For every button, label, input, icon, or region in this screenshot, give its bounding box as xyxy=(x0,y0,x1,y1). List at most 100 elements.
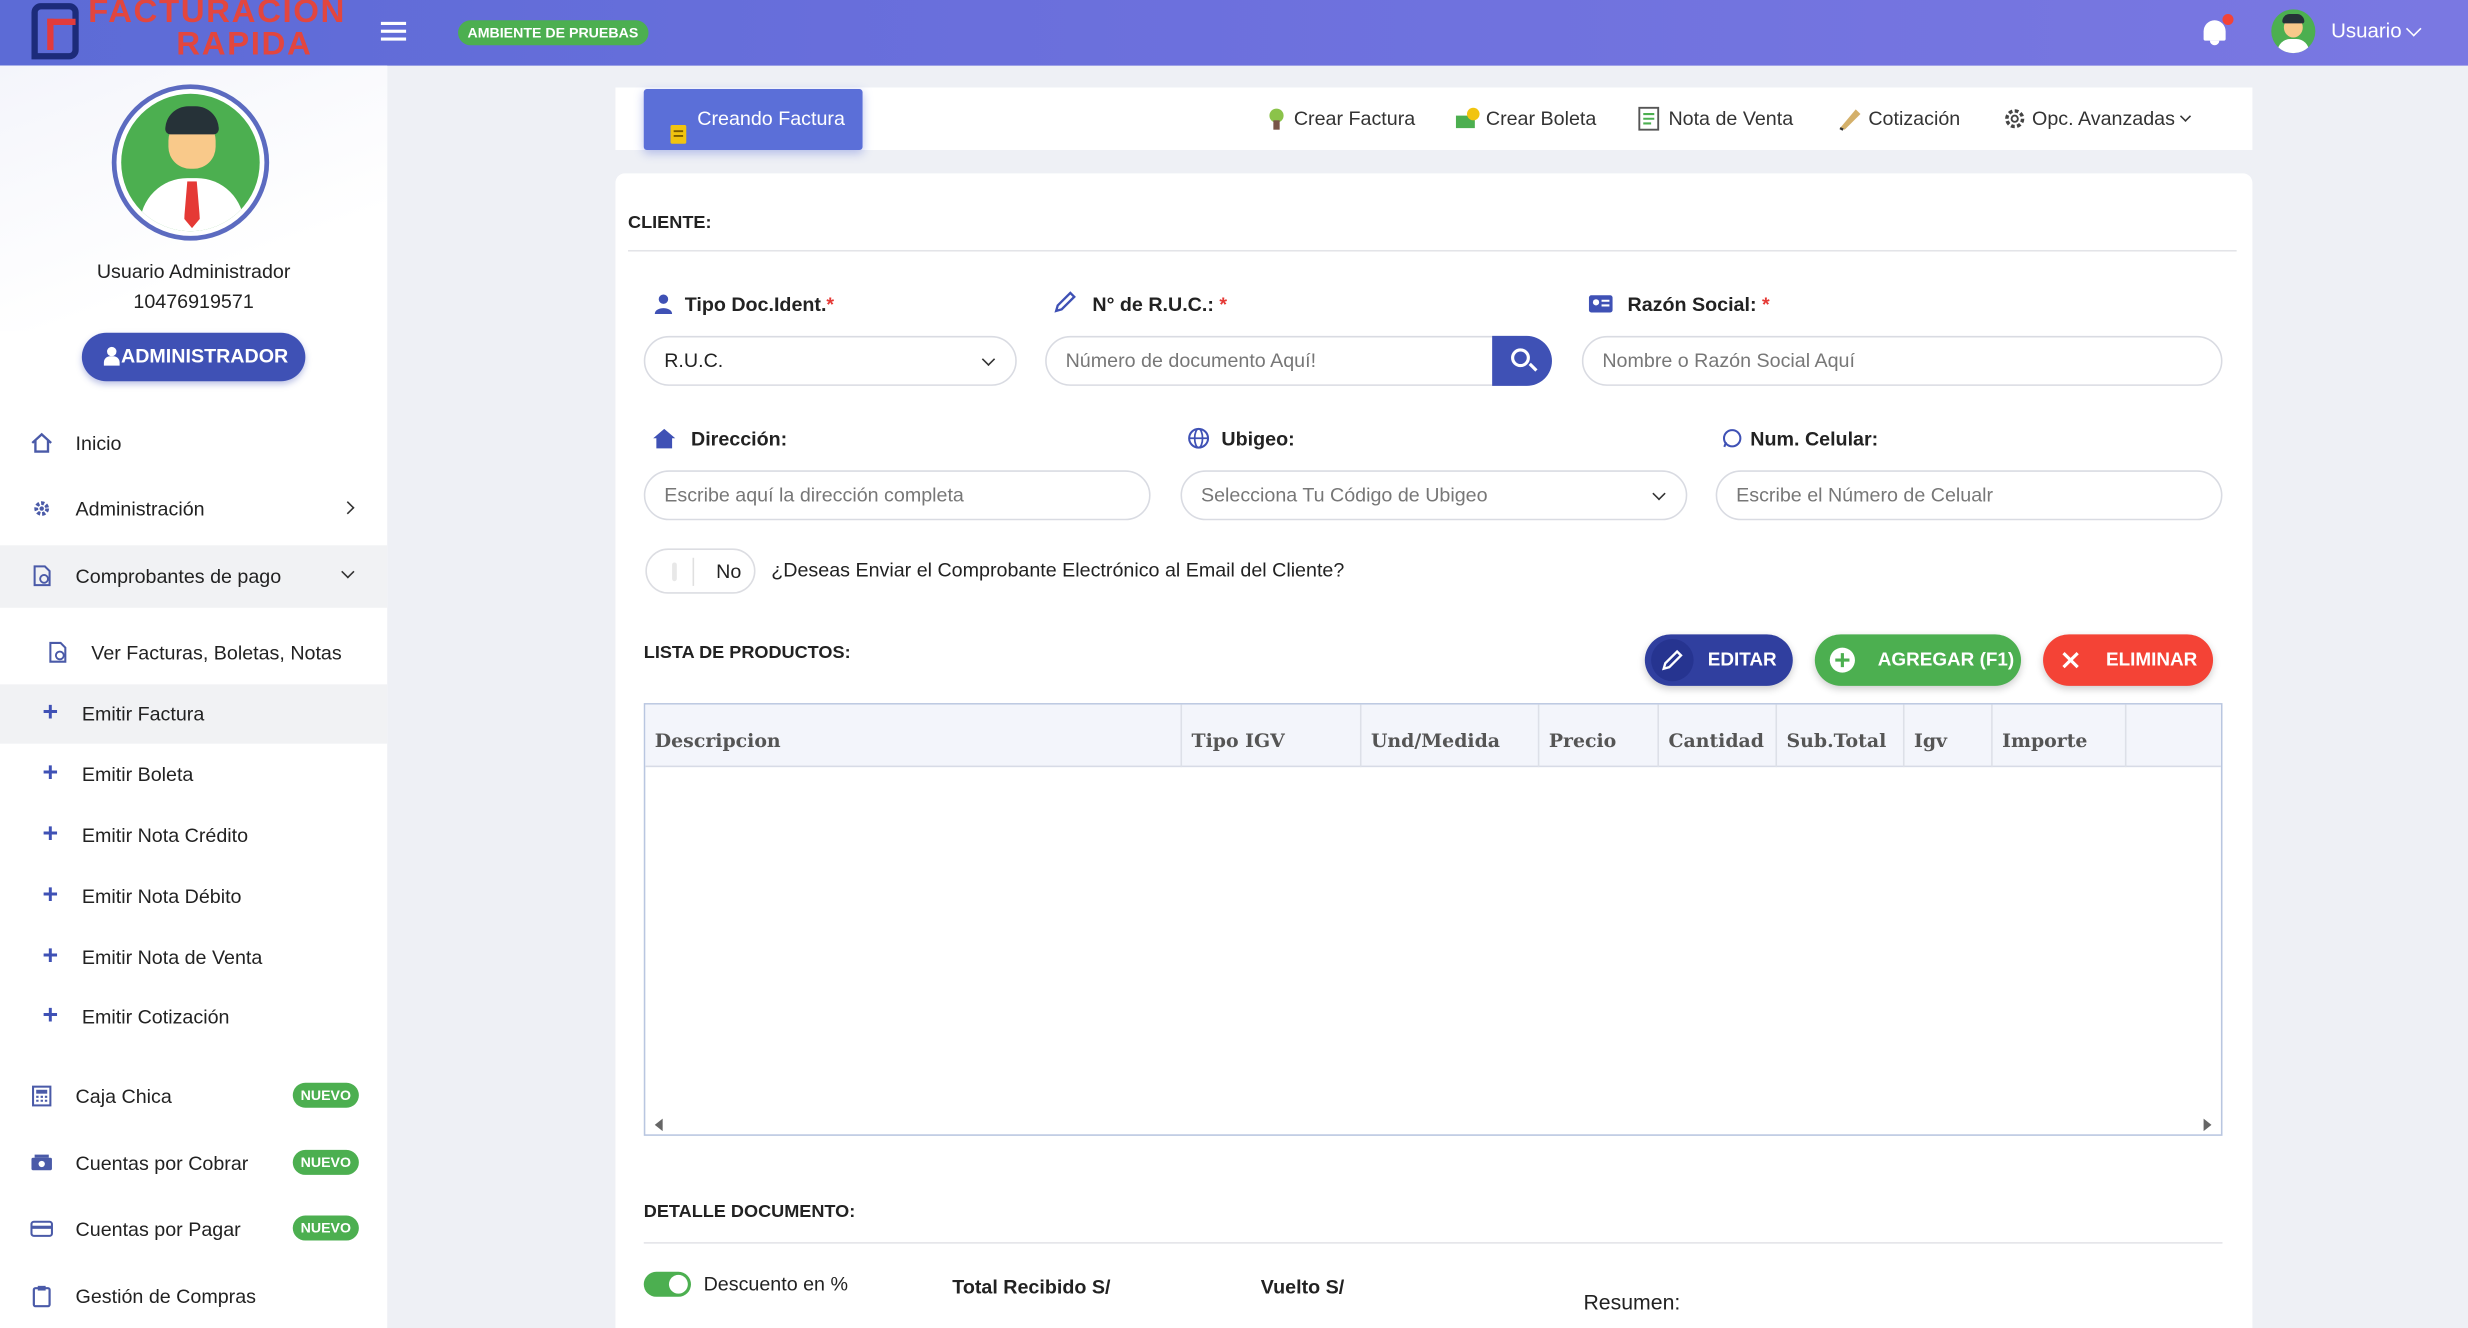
scroll-left-arrow[interactable] xyxy=(654,1118,663,1132)
business-name-input[interactable]: Nombre o Razón Social Aquí xyxy=(1581,335,2223,386)
pencil-icon xyxy=(1053,291,1077,314)
gear-icon xyxy=(2002,106,2026,131)
summary-label: Resumen: xyxy=(1583,1290,1681,1314)
chevron-down-icon[interactable] xyxy=(2405,21,2422,37)
id-card-icon xyxy=(1588,294,1613,317)
sidebar-subitem-emitir-cotizacion[interactable]: + Emitir Cotización xyxy=(0,987,387,1046)
new-badge: NUEVO xyxy=(292,1215,359,1241)
notifications-bell-icon[interactable] xyxy=(2200,14,2234,48)
user-icon xyxy=(103,346,120,366)
address-label: Dirección: xyxy=(690,428,788,450)
ubigeo-select[interactable]: Selecciona Tu Código de Ubigeo xyxy=(1180,470,1688,521)
plus-icon: + xyxy=(42,757,59,788)
column-header[interactable]: Precio xyxy=(1539,704,1659,768)
ruc-input[interactable]: Número de documento Aquí! xyxy=(1045,335,1518,386)
scroll-right-arrow[interactable] xyxy=(2203,1118,2212,1132)
create-receipt-link[interactable]: Crear Boleta xyxy=(1486,108,1596,130)
plus-icon: + xyxy=(42,999,59,1030)
discount-percent-label: Descuento en % xyxy=(703,1273,848,1296)
sidebar-item-administracion[interactable]: Administración xyxy=(0,478,387,540)
edit-button[interactable]: EDITAR xyxy=(1644,634,1793,686)
environment-badge: AMBIENTE DE PRUEBAS xyxy=(458,20,648,46)
quote-link[interactable]: Cotización xyxy=(1868,108,1960,130)
sidebar-subitem-ver-comprobantes[interactable]: Ver Facturas, Boletas, Notas xyxy=(0,623,387,682)
sidebar-subitem-emitir-nota-venta[interactable]: + Emitir Nota de Venta xyxy=(0,928,387,987)
create-invoice-link[interactable]: Crear Factura xyxy=(1294,108,1415,130)
role-button[interactable]: ADMINISTRADOR xyxy=(81,332,306,382)
new-badge: NUEVO xyxy=(292,1149,359,1175)
divider xyxy=(643,1242,2223,1244)
profile-name: Usuario Administrador xyxy=(96,260,291,283)
notification-dot xyxy=(2222,14,2234,25)
products-table-header: Descripcion Tipo IGV Und/Medida Precio C… xyxy=(645,704,2221,768)
document-icon xyxy=(46,641,70,669)
sidebar-item-inicio[interactable]: Inicio xyxy=(0,412,387,474)
sidebar-item-caja-chica[interactable]: Caja Chica NUEVO xyxy=(0,1066,387,1128)
plus-icon: + xyxy=(42,879,59,910)
sidebar: Usuario Administrador 10476919571 ADMINI… xyxy=(0,65,388,1328)
creating-invoice-button[interactable]: Creando Factura xyxy=(643,89,863,150)
divider xyxy=(628,249,2237,252)
ruc-label: N° de R.U.C.: * xyxy=(1092,293,1228,316)
plus-icon: + xyxy=(42,940,59,971)
user-menu-label[interactable]: Usuario xyxy=(2331,19,2402,42)
gear-icon xyxy=(30,497,54,520)
user-icon xyxy=(652,292,676,315)
home-icon xyxy=(652,427,676,450)
invoice-icon xyxy=(669,109,688,144)
ruc-search-button[interactable] xyxy=(1492,335,1552,386)
sales-note-link[interactable]: Nota de Venta xyxy=(1668,108,1793,130)
doc-type-label: Tipo Doc.Ident.* xyxy=(684,293,835,316)
change-label: Vuelto S/ xyxy=(1260,1276,1345,1299)
close-icon xyxy=(2049,639,2091,681)
globe-icon xyxy=(1187,427,1211,450)
ubigeo-label: Ubigeo: xyxy=(1221,428,1295,450)
cellphone-label: Num. Celular: xyxy=(1750,428,1879,450)
send-email-question: ¿Deseas Enviar el Comprobante Electrónic… xyxy=(771,559,1345,582)
products-section-title: LISTA DE PRODUCTOS: xyxy=(643,643,851,663)
sidebar-item-cuentas-cobrar[interactable]: Cuentas por Cobrar NUEVO xyxy=(0,1133,387,1195)
chevron-down-icon xyxy=(981,352,996,366)
doc-type-select[interactable]: R.U.C. xyxy=(643,335,1017,386)
column-header[interactable]: Importe xyxy=(1993,704,2127,768)
advanced-options-link[interactable]: Opc. Avanzadas xyxy=(2032,108,2175,130)
sidebar-subitem-emitir-boleta[interactable]: + Emitir Boleta xyxy=(0,745,387,804)
app-logo[interactable]: FACTURACION RAPIDA xyxy=(31,0,344,66)
sales-note-icon xyxy=(1637,106,1661,131)
chevron-right-icon xyxy=(341,501,355,515)
sidebar-item-comprobantes[interactable]: Comprobantes de pago xyxy=(0,545,388,608)
sidebar-item-gestion-compras[interactable]: Gestión de Compras xyxy=(0,1266,387,1328)
delete-product-button[interactable]: ELIMINAR xyxy=(2043,634,2214,686)
whatsapp-icon xyxy=(1722,428,1746,451)
detail-section-title: DETALLE DOCUMENTO: xyxy=(643,1203,856,1222)
card-icon xyxy=(30,1217,54,1240)
sidebar-subitem-emitir-factura[interactable]: + Emitir Factura xyxy=(0,684,388,744)
sidebar-subitem-emitir-nota-debito[interactable]: + Emitir Nota Débito xyxy=(0,867,387,926)
discount-percent-switch[interactable] xyxy=(643,1271,691,1297)
business-name-label: Razón Social: * xyxy=(1627,293,1770,316)
column-header[interactable]: Descripcion xyxy=(645,704,1183,768)
address-input[interactable]: Escribe aquí la dirección completa xyxy=(643,470,1151,521)
sidebar-subitem-emitir-nota-credito[interactable]: + Emitir Nota Crédito xyxy=(0,806,387,865)
products-table[interactable]: Descripcion Tipo IGV Und/Medida Precio C… xyxy=(643,703,2223,1136)
column-header[interactable]: Cantidad xyxy=(1659,704,1778,768)
send-email-toggle[interactable]: No xyxy=(645,548,756,594)
logo-text-line2: RAPIDA xyxy=(176,26,313,63)
cellphone-input[interactable]: Escribe el Número de Celualr xyxy=(1715,470,2223,521)
user-avatar[interactable] xyxy=(2271,9,2316,54)
plus-icon: + xyxy=(42,818,59,849)
new-badge: NUEVO xyxy=(292,1082,359,1108)
column-header[interactable]: Igv xyxy=(1905,704,1993,768)
column-header[interactable]: Tipo IGV xyxy=(1182,704,1362,768)
menu-toggle-icon[interactable] xyxy=(380,21,407,42)
invoice-icon xyxy=(1265,106,1289,131)
profile-id: 10476919571 xyxy=(133,290,254,313)
pencil-icon xyxy=(1651,639,1694,682)
total-received-label: Total Recibido S/ xyxy=(952,1276,1111,1299)
client-section-title: CLIENTE: xyxy=(628,214,712,233)
calculator-icon xyxy=(30,1084,54,1107)
column-header[interactable]: Sub.Total xyxy=(1777,704,1905,768)
column-header[interactable]: Und/Medida xyxy=(1362,704,1540,768)
sidebar-item-cuentas-pagar[interactable]: Cuentas por Pagar NUEVO xyxy=(0,1198,387,1260)
add-product-button[interactable]: AGREGAR (F1) xyxy=(1814,634,2022,686)
